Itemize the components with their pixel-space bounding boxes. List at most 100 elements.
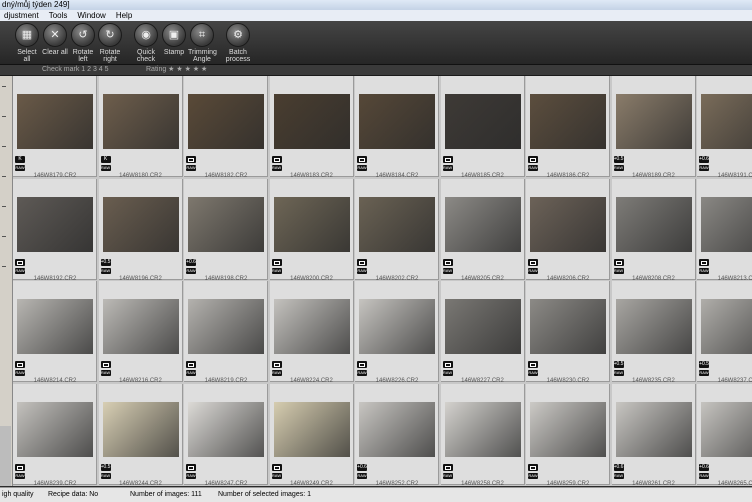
thumbnail-cell[interactable]: RAW 146W8186.CR2 — [526, 76, 610, 179]
thumbnail-cell[interactable]: K RAW 146W8180.CR2 — [98, 76, 183, 179]
photo-thumbnail[interactable] — [102, 196, 179, 252]
photo-thumbnail[interactable] — [615, 196, 692, 252]
thumbnail-cell[interactable]: RAW 146W8247.CR2 — [184, 383, 268, 486]
photo-thumbnail[interactable] — [17, 299, 93, 354]
photo-thumbnail[interactable] — [188, 94, 264, 149]
photo-thumbnail[interactable] — [444, 196, 521, 252]
menu-item-help[interactable]: Help — [112, 10, 138, 21]
photo-thumbnail[interactable] — [615, 299, 692, 354]
photo-thumbnail[interactable] — [102, 401, 179, 457]
photo-thumbnail[interactable] — [444, 94, 521, 149]
thumbnail-cell[interactable]: RAW 146W8258.CR2 — [440, 383, 525, 486]
photo-thumbnail[interactable] — [530, 299, 606, 354]
thumbnail-cell[interactable]: RAW146W8213.CR2 — [697, 178, 752, 282]
exposure-badge — [15, 361, 25, 368]
photo-thumbnail[interactable] — [359, 299, 435, 354]
photo-thumbnail[interactable] — [701, 401, 752, 457]
trimming-angle-button[interactable]: ⌗ Trimming Angle — [188, 23, 217, 63]
thumbnail-cell[interactable]: RAW 146W8239.CR2 — [13, 383, 97, 486]
thumbnail-cell[interactable]: RAW 146W8214.CR2 — [13, 281, 97, 384]
photo-thumbnail[interactable] — [359, 196, 435, 252]
scrollbar-thumb[interactable] — [0, 426, 11, 486]
thumbnail-cell[interactable]: +0.5 RAW 146W8189.CR2 — [611, 76, 696, 179]
thumbnail-cell[interactable]: K RAW 146W8179.CR2 — [13, 76, 97, 179]
photo-thumbnail[interactable] — [359, 401, 435, 457]
photo-thumbnail[interactable] — [701, 94, 752, 149]
thumbnail-cell[interactable]: RAW 146W8205.CR2 — [440, 178, 525, 282]
photo-thumbnail[interactable] — [701, 299, 752, 354]
photo-thumbnail[interactable] — [530, 94, 606, 149]
rotate-left-button[interactable]: ↺ Rotate left — [70, 23, 96, 63]
batch-process-button[interactable]: ⚙ Batch process — [224, 23, 252, 63]
photo-thumbnail[interactable] — [701, 196, 752, 252]
menu-item-window[interactable]: Window — [73, 10, 111, 21]
thumbnail-cell[interactable]: +0.5 RAW 146W8244.CR2 — [98, 383, 183, 486]
thumbnail-cell[interactable]: RAW 146W8219.CR2 — [184, 281, 268, 384]
thumbnail-cell[interactable]: +0.6 RAW 146W8198.CR2 — [184, 178, 268, 282]
thumbnail-cell[interactable]: RAW 146W8230.CR2 — [526, 281, 610, 384]
menu-item-adjustment[interactable]: djustment — [0, 10, 45, 21]
quick-check-button[interactable]: ◉ Quick check — [133, 23, 159, 63]
thumbnail-cell[interactable]: RAW 146W8183.CR2 — [269, 76, 354, 179]
quick-check-icon: ◉ — [134, 23, 158, 47]
raw-badge: RAW — [357, 370, 367, 376]
rating-filter[interactable]: Rating ★ ★ ★ ★ ★ — [146, 65, 207, 75]
photo-thumbnail[interactable] — [17, 196, 93, 252]
thumbnail-cell[interactable]: +0.6 RAW 146W8252.CR2 — [355, 383, 439, 486]
photo-thumbnail[interactable] — [188, 299, 264, 354]
clear-all-button[interactable]: ✕ Clear all — [42, 23, 68, 56]
photo-thumbnail[interactable] — [444, 401, 521, 457]
thumbnail-cell[interactable]: RAW 146W8249.CR2 — [269, 383, 354, 486]
photo-thumbnail[interactable] — [102, 299, 179, 354]
selected-count-status: Number of selected images: 1 — [218, 491, 311, 498]
photo-thumbnail[interactable] — [273, 401, 350, 457]
exposure-badge — [186, 463, 196, 471]
thumbnail-cell[interactable]: RAW 146W8227.CR2 — [440, 281, 525, 384]
thumbnail-cell[interactable]: RAW 146W8182.CR2 — [184, 76, 268, 179]
photo-thumbnail[interactable] — [273, 299, 350, 354]
thumbnail-cell[interactable]: RAW 146W8224.CR2 — [269, 281, 354, 384]
photo-thumbnail[interactable] — [273, 94, 350, 149]
photo-thumbnail[interactable] — [615, 94, 692, 149]
select-all-icon: ▦ — [15, 23, 39, 47]
photo-thumbnail[interactable] — [188, 196, 264, 252]
thumbnail-cell[interactable]: +0.5 RAW 146W8196.CR2 — [98, 178, 183, 282]
exposure-badge — [528, 156, 538, 163]
thumbnail-cell[interactable]: RAW 146W8206.CR2 — [526, 178, 610, 282]
left-scroll-strip[interactable] — [0, 76, 13, 486]
photo-thumbnail[interactable] — [530, 401, 606, 457]
thumbnail-cell[interactable]: RAW 146W8200.CR2 — [269, 178, 354, 282]
photo-thumbnail[interactable] — [530, 196, 606, 252]
thumbnail-cell[interactable]: RAW 146W8202.CR2 — [355, 178, 439, 282]
exposure-badge: +0.6 — [357, 463, 367, 471]
thumbnail-cell[interactable]: RAW 146W8226.CR2 — [355, 281, 439, 384]
thumbnail-cell[interactable]: +0.6 RAW 146W8261.CR2 — [611, 383, 696, 486]
exposure-badge — [271, 361, 282, 368]
clear-all-label: Clear all — [42, 49, 68, 56]
thumbnail-cell[interactable]: RAW 146W8208.CR2 — [611, 178, 696, 282]
check-mark-filter[interactable]: Check mark 1 2 3 4 5 — [42, 65, 109, 75]
menu-item-tools[interactable]: Tools — [45, 10, 74, 21]
thumbnail-cell[interactable]: RAW 146W8185.CR2 — [440, 76, 525, 179]
photo-thumbnail[interactable] — [615, 401, 692, 457]
rotate-right-button[interactable]: ↻ Rotate right — [96, 23, 124, 63]
thumbnail-cell[interactable]: +0.6RAW 146W8265.CR2 — [697, 383, 752, 486]
thumbnail-cell[interactable]: +0.5RAW146W8237.CR2 — [697, 281, 752, 384]
photo-thumbnail[interactable] — [17, 94, 93, 149]
photo-thumbnail[interactable] — [444, 299, 521, 354]
thumbnail-cell[interactable]: RAW 146W8216.CR2 — [98, 281, 183, 384]
thumbnail-cell[interactable]: RAW 146W8184.CR2 — [355, 76, 439, 179]
thumbnail-cell[interactable]: +0.5 RAW 146W8235.CR2 — [611, 281, 696, 384]
photo-thumbnail[interactable] — [359, 94, 435, 149]
stamp-button[interactable]: ▣ Stamp — [161, 23, 187, 56]
thumbnail-cell[interactable]: RAW 146W8259.CR2 — [526, 383, 610, 486]
exposure-badge: +0.5 — [100, 258, 111, 266]
photo-thumbnail[interactable] — [17, 401, 93, 457]
thumbnail-cell[interactable]: +0.6RAW146W8191.CR2 — [697, 76, 752, 179]
photo-thumbnail[interactable] — [102, 94, 179, 149]
thumbnail-cell[interactable]: RAW 146W8192.CR2 — [13, 178, 97, 282]
select-all-button[interactable]: ▦ Select all — [14, 23, 40, 63]
photo-thumbnail[interactable] — [273, 196, 350, 252]
photo-thumbnail[interactable] — [188, 401, 264, 457]
ruler-tick — [2, 146, 6, 147]
